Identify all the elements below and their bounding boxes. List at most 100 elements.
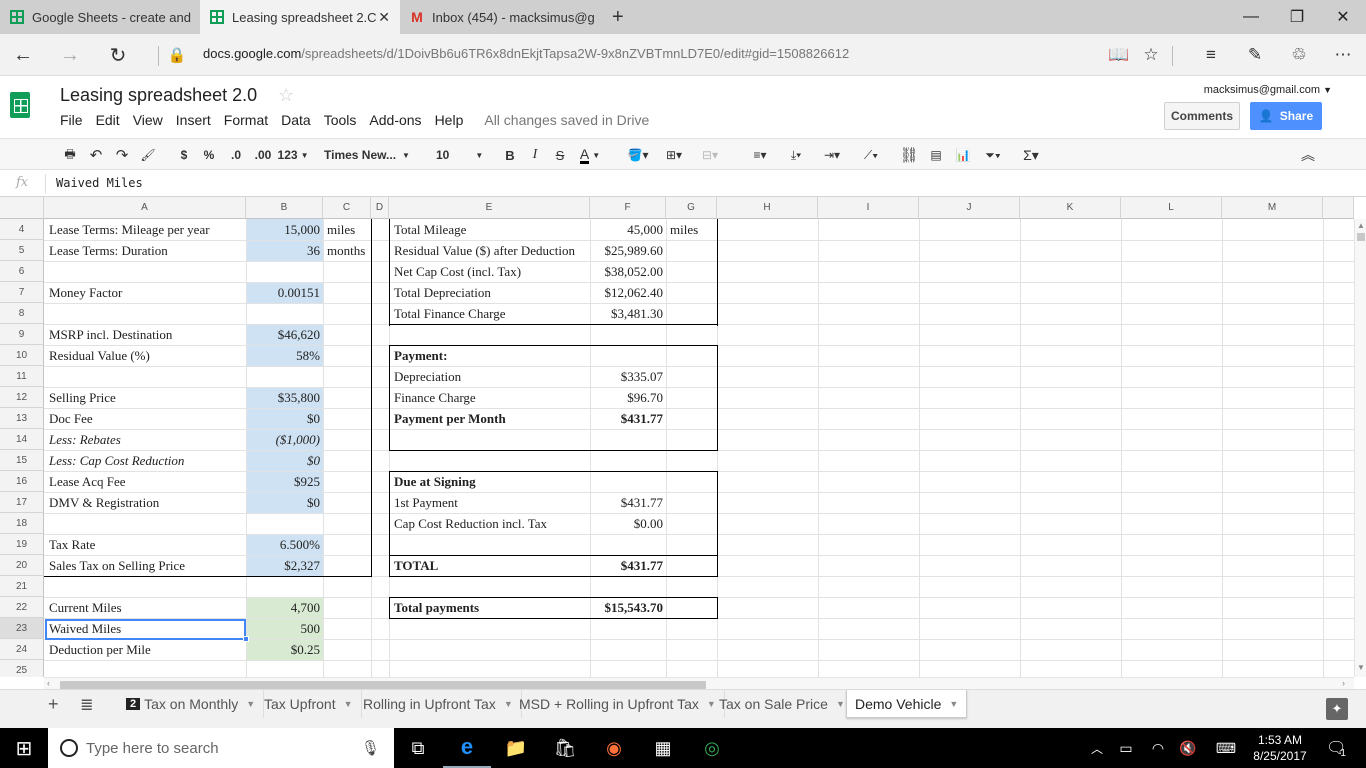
web-note-icon[interactable]: ✎ [1242, 42, 1268, 68]
cell-b17[interactable]: $0 [247, 492, 323, 513]
save-status[interactable]: All changes saved in Drive [484, 112, 649, 128]
cell-a16[interactable]: Lease Acq Fee [46, 471, 246, 492]
decrease-decimal-button[interactable]: .0 [226, 143, 246, 167]
row-header[interactable]: 14 [0, 429, 44, 450]
cell-a4[interactable]: Lease Terms: Mileage per year [46, 219, 246, 240]
cell-b5[interactable]: 36 [247, 240, 323, 261]
cell-e16[interactable]: Due at Signing [391, 471, 590, 492]
row-header[interactable]: 20 [0, 555, 44, 576]
sheet-tab-tax-sale-price[interactable]: Tax on Sale Price ▼ [711, 690, 854, 718]
row-header[interactable]: 22 [0, 597, 44, 618]
calculator-icon[interactable]: ▦ [639, 728, 687, 768]
volume-muted-icon[interactable]: 🔇 [1176, 728, 1200, 768]
col-header-c[interactable]: C [323, 197, 371, 219]
collapse-toolbar-icon[interactable]: ︽ [1298, 143, 1318, 167]
row-header[interactable]: 16 [0, 471, 44, 492]
insert-comment-icon[interactable]: ▤ [926, 143, 946, 167]
firefox-icon[interactable]: ◉ [590, 728, 638, 768]
document-title[interactable]: Leasing spreadsheet 2.0 [60, 85, 257, 106]
cell-f12[interactable]: $96.70 [591, 387, 666, 408]
col-header-g[interactable]: G [666, 197, 717, 219]
cell-e8[interactable]: Total Finance Charge [391, 303, 590, 324]
increase-decimal-button[interactable]: .00 [252, 143, 274, 167]
italic-button[interactable]: I [527, 143, 543, 167]
close-window-icon[interactable]: ✕ [1320, 0, 1366, 34]
cell-e11[interactable]: Depreciation [391, 366, 590, 387]
cell-a24[interactable]: Deduction per Mile [46, 639, 246, 660]
scroll-down-icon[interactable]: ▼ [1357, 663, 1365, 673]
vertical-scrollbar[interactable]: ▲ ▼ [1354, 219, 1366, 677]
row-header[interactable]: 6 [0, 261, 44, 282]
formula-input[interactable]: Waived Miles [56, 176, 143, 190]
col-header-a[interactable]: A [44, 197, 246, 219]
col-header-m[interactable]: M [1222, 197, 1323, 219]
edge-icon[interactable]: e [443, 728, 491, 768]
text-wrap-icon[interactable]: ⇥▾ [816, 143, 848, 167]
more-icon[interactable]: ⋯ [1330, 42, 1356, 68]
horizontal-scroll-thumb[interactable] [60, 681, 706, 689]
sheets-logo-icon[interactable] [10, 92, 30, 118]
sheet-tab-msd-rolling[interactable]: MSD + Rolling in Upfront Tax ▼ [511, 690, 725, 718]
sheet-tab-rolling-upfront[interactable]: Rolling in Upfront Tax ▼ [355, 690, 522, 718]
sheet-tab-tax-upfront[interactable]: Tax Upfront ▼ [256, 690, 362, 718]
menu-tools[interactable]: Tools [324, 112, 357, 128]
cell-f13[interactable]: $431.77 [591, 408, 666, 429]
strikethrough-button[interactable]: S [552, 143, 568, 167]
row-header[interactable]: 10 [0, 345, 44, 366]
horizontal-scrollbar[interactable]: ‹ › [44, 677, 1354, 689]
cell-a19[interactable]: Tax Rate [46, 534, 246, 555]
col-header-l[interactable]: L [1121, 197, 1222, 219]
cell-b10[interactable]: 58% [247, 345, 323, 366]
explore-icon[interactable]: ✦ [1326, 698, 1348, 720]
row-header[interactable]: 9 [0, 324, 44, 345]
row-header[interactable]: 21 [0, 576, 44, 597]
cell-e4[interactable]: Total Mileage [391, 219, 590, 240]
col-header-h[interactable]: H [717, 197, 818, 219]
minimize-icon[interactable]: — [1228, 0, 1274, 34]
text-rotation-icon[interactable]: ⟋▾ [856, 143, 886, 167]
currency-format-button[interactable]: $ [176, 143, 192, 167]
bold-button[interactable]: B [502, 143, 518, 167]
cell-b12[interactable]: $35,800 [247, 387, 323, 408]
lock-icon[interactable]: 🔒 [162, 40, 192, 70]
row-header[interactable]: 25 [0, 660, 44, 677]
percent-format-button[interactable]: % [201, 143, 217, 167]
row-header[interactable]: 4 [0, 219, 44, 240]
cell-a9[interactable]: MSRP incl. Destination [46, 324, 246, 345]
row-header[interactable]: 8 [0, 303, 44, 324]
cell-b15[interactable]: $0 [247, 450, 323, 471]
insert-link-icon[interactable]: ⛓ [898, 143, 920, 167]
row-header[interactable]: 12 [0, 387, 44, 408]
cell-c5[interactable]: months [324, 240, 371, 261]
account-email[interactable]: macksimus@gmail.com ▼ [1204, 84, 1332, 96]
row-header[interactable]: 17 [0, 492, 44, 513]
cell-a10[interactable]: Residual Value (%) [46, 345, 246, 366]
col-header-f[interactable]: F [590, 197, 666, 219]
vertical-align-icon[interactable]: ⤓▾ [782, 143, 810, 167]
cell-f20[interactable]: $431.77 [591, 555, 666, 576]
menu-edit[interactable]: Edit [96, 112, 120, 128]
cell-b24[interactable]: $0.25 [247, 639, 323, 660]
row-header[interactable]: 11 [0, 366, 44, 387]
cell-f11[interactable]: $335.07 [591, 366, 666, 387]
windows-start-icon[interactable]: ⊞ [0, 728, 48, 768]
cell-a20[interactable]: Sales Tax on Selling Price [46, 555, 246, 576]
browser-tab-inbox[interactable]: M Inbox (454) - macksimus@g [400, 0, 600, 34]
file-explorer-icon[interactable]: 📁 [492, 728, 540, 768]
cell-f18[interactable]: $0.00 [591, 513, 666, 534]
star-icon[interactable]: ☆ [278, 85, 294, 106]
row-header[interactable]: 7 [0, 282, 44, 303]
row-header[interactable]: 18 [0, 513, 44, 534]
wifi-icon[interactable]: ◠ [1146, 728, 1170, 768]
horizontal-align-icon[interactable]: ≡▾ [746, 143, 774, 167]
browser-tab-leasing[interactable]: Leasing spreadsheet 2.C ✕ [200, 0, 400, 34]
col-header-e[interactable]: E [389, 197, 590, 219]
cell-e10[interactable]: Payment: [391, 345, 590, 366]
cell-a13[interactable]: Doc Fee [46, 408, 246, 429]
show-hidden-icons-icon[interactable]: ︿ [1086, 728, 1108, 768]
cell-b16[interactable]: $925 [247, 471, 323, 492]
fill-color-icon[interactable]: 🪣▾ [624, 143, 652, 167]
col-header-d[interactable]: D [371, 197, 389, 219]
cell-e20[interactable]: TOTAL [391, 555, 590, 576]
col-header-j[interactable]: J [919, 197, 1020, 219]
